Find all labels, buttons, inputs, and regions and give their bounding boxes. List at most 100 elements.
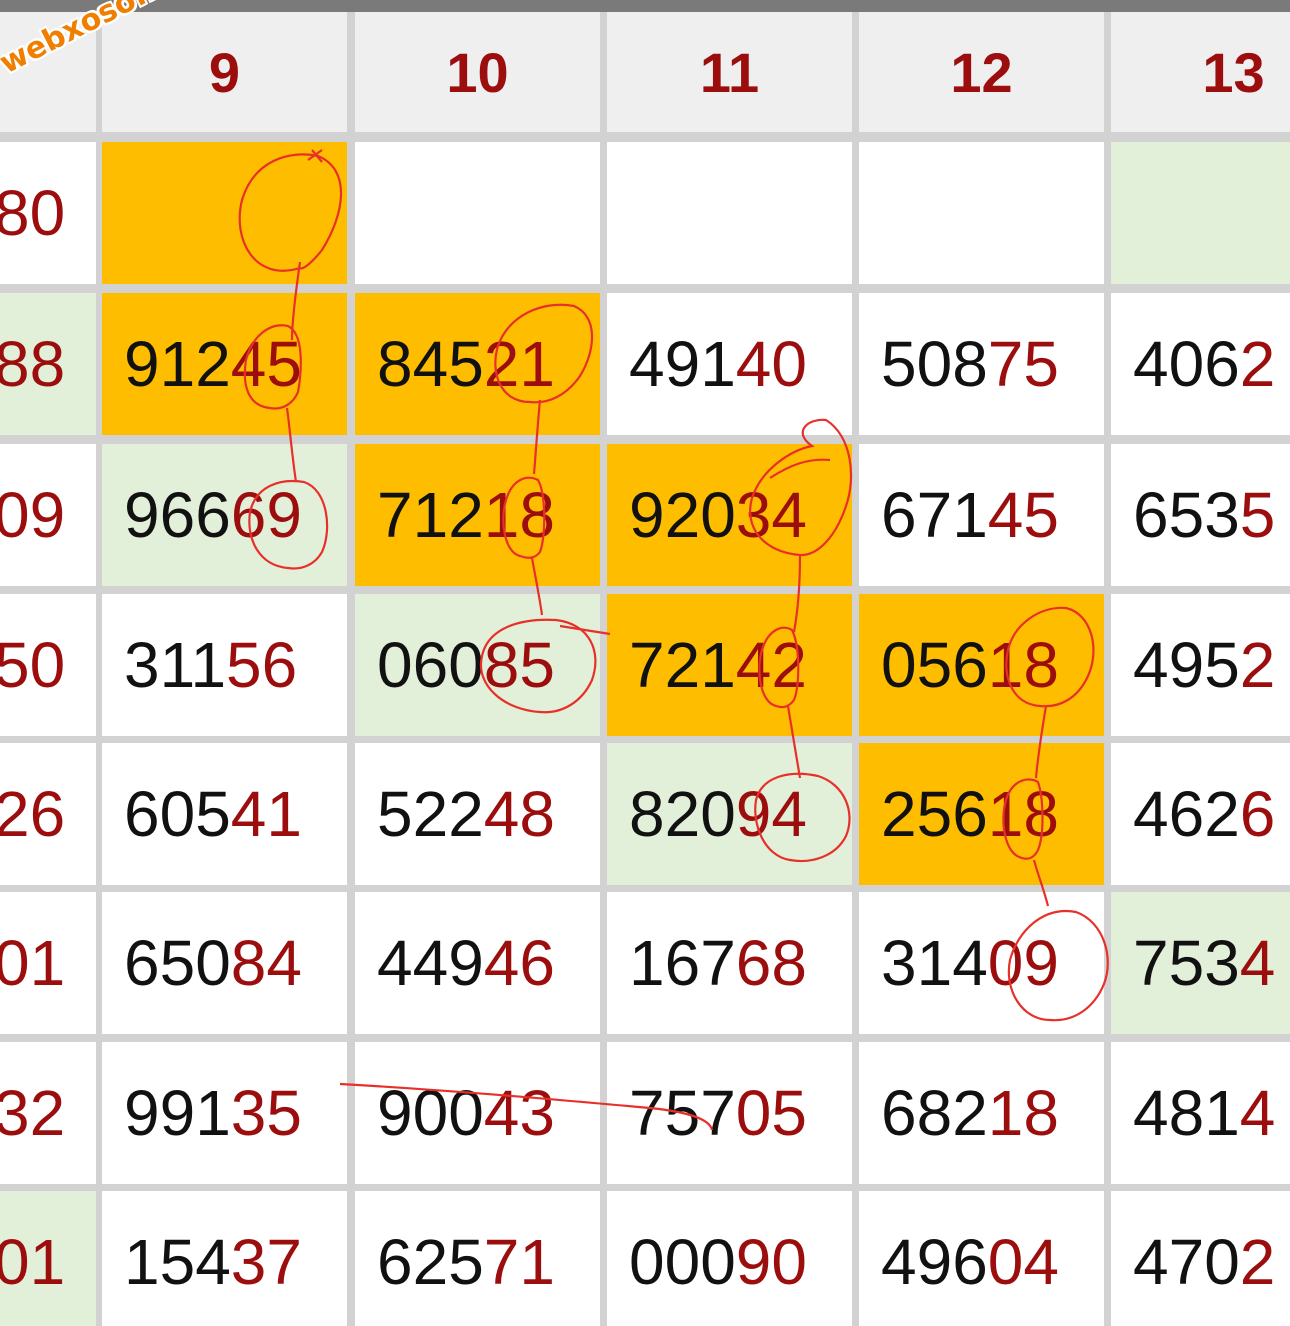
result-lead-digits: 496 <box>881 1226 988 1298</box>
result-lead-digits: 449 <box>377 927 484 999</box>
result-lead-digits: 000 <box>629 1226 736 1298</box>
result-cell <box>355 142 600 284</box>
result-cell: 496 04 <box>859 1191 1104 1326</box>
result-tail-digits: 45 <box>987 479 1059 551</box>
result-lead-digits: 508 <box>881 328 988 400</box>
result-cell: 721 42 <box>607 594 852 736</box>
result-tail-digits: 6 <box>1239 778 1276 850</box>
result-tail-digits: 2 <box>1239 629 1276 701</box>
result-lead-digits: 495 <box>1133 629 1240 701</box>
result-lead-digits: 757 <box>629 1077 736 1149</box>
result-tail-digits: 18 <box>987 778 1059 850</box>
row-label: 09 <box>0 444 96 586</box>
result-cell <box>607 142 852 284</box>
result-lead-digits: 060 <box>377 629 484 701</box>
result-cell: 920 34 <box>607 444 852 586</box>
result-cell: 495 2 <box>1111 594 1290 736</box>
result-cell: 682 18 <box>859 1042 1104 1184</box>
result-tail-digits: 48 <box>483 778 555 850</box>
result-tail-digits: 18 <box>987 629 1059 701</box>
column-header-13: 13 <box>1111 12 1290 132</box>
result-lead-digits: 167 <box>629 927 736 999</box>
result-tail-digits: 4 <box>1239 1077 1276 1149</box>
result-lead-digits: 154 <box>124 1226 231 1298</box>
result-cell: 256 18 <box>859 743 1104 885</box>
result-tail-digits: 41 <box>230 778 302 850</box>
result-cell: 753 4 <box>1111 892 1290 1034</box>
result-lead-digits: 653 <box>1133 479 1240 551</box>
result-cell: 060 85 <box>355 594 600 736</box>
result-tail-digits: 37 <box>230 1226 302 1298</box>
column-header-11: 11 <box>607 12 852 132</box>
result-tail-digits: 34 <box>735 479 807 551</box>
result-cell: 671 45 <box>859 444 1104 586</box>
result-tail-digits: 90 <box>735 1226 807 1298</box>
result-tail-digits: 56 <box>226 629 298 701</box>
result-cell <box>859 142 1104 284</box>
result-lead-digits: 845 <box>377 328 484 400</box>
result-lead-digits: 920 <box>629 479 736 551</box>
result-tail-digits: 04 <box>987 1226 1059 1298</box>
result-lead-digits: 314 <box>881 927 988 999</box>
result-cell: 650 84 <box>102 892 347 1034</box>
result-cell: 991 35 <box>102 1042 347 1184</box>
result-lead-digits: 912 <box>124 328 231 400</box>
lottery-table: 9 10 11 12 13 80 88 912 45 845 21 491 40 508 75 406 2 09 9… <box>0 12 1290 1326</box>
result-cell: 481 4 <box>1111 1042 1290 1184</box>
result-lead-digits: 491 <box>629 328 736 400</box>
result-tail-digits: 43 <box>483 1077 555 1149</box>
row-label: 01 <box>0 1191 96 1326</box>
result-tail-digits: 35 <box>230 1077 302 1149</box>
result-lead-digits: 721 <box>629 629 736 701</box>
result-lead-digits: 712 <box>377 479 484 551</box>
result-lead-digits: 900 <box>377 1077 484 1149</box>
result-tail-digits: 18 <box>987 1077 1059 1149</box>
result-lead-digits: 462 <box>1133 778 1240 850</box>
result-cell: 900 43 <box>355 1042 600 1184</box>
result-cell: 712 18 <box>355 444 600 586</box>
result-lead-digits: 406 <box>1133 328 1240 400</box>
column-header-9: 9 <box>102 12 347 132</box>
result-lead-digits: 966 <box>124 479 231 551</box>
result-lead-digits: 753 <box>1133 927 1240 999</box>
result-tail-digits: 85 <box>483 629 555 701</box>
result-tail-digits: 84 <box>230 927 302 999</box>
result-cell <box>102 142 347 284</box>
result-tail-digits: 71 <box>483 1226 555 1298</box>
result-lead-digits: 625 <box>377 1226 484 1298</box>
column-header-12: 12 <box>859 12 1104 132</box>
result-tail-digits: 09 <box>987 927 1059 999</box>
result-cell: 508 75 <box>859 293 1104 435</box>
result-tail-digits: 75 <box>987 328 1059 400</box>
result-lead-digits: 671 <box>881 479 988 551</box>
top-scroll-bar <box>0 0 1290 12</box>
result-cell: 820 94 <box>607 743 852 885</box>
result-lead-digits: 820 <box>629 778 736 850</box>
row-label: 32 <box>0 1042 96 1184</box>
result-cell: 522 48 <box>355 743 600 885</box>
result-cell: 462 6 <box>1111 743 1290 885</box>
result-cell: 845 21 <box>355 293 600 435</box>
result-cell: 314 09 <box>859 892 1104 1034</box>
result-cell: 757 05 <box>607 1042 852 1184</box>
result-tail-digits: 40 <box>735 328 807 400</box>
row-label: 88 <box>0 293 96 435</box>
row-label: 01 <box>0 892 96 1034</box>
result-lead-digits: 056 <box>881 629 988 701</box>
row-label: 50 <box>0 594 96 736</box>
result-lead-digits: 470 <box>1133 1226 1240 1298</box>
result-cell: 154 37 <box>102 1191 347 1326</box>
result-tail-digits: 45 <box>230 328 302 400</box>
result-cell: 470 2 <box>1111 1191 1290 1326</box>
result-tail-digits: 2 <box>1239 1226 1276 1298</box>
result-cell: 000 90 <box>607 1191 852 1326</box>
result-tail-digits: 94 <box>735 778 807 850</box>
result-tail-digits: 69 <box>230 479 302 551</box>
result-tail-digits: 2 <box>1239 328 1276 400</box>
column-header-10: 10 <box>355 12 600 132</box>
result-tail-digits: 21 <box>483 328 555 400</box>
result-tail-digits: 05 <box>735 1077 807 1149</box>
result-lead-digits: 682 <box>881 1077 988 1149</box>
result-cell: 605 41 <box>102 743 347 885</box>
row-label: 26 <box>0 743 96 885</box>
